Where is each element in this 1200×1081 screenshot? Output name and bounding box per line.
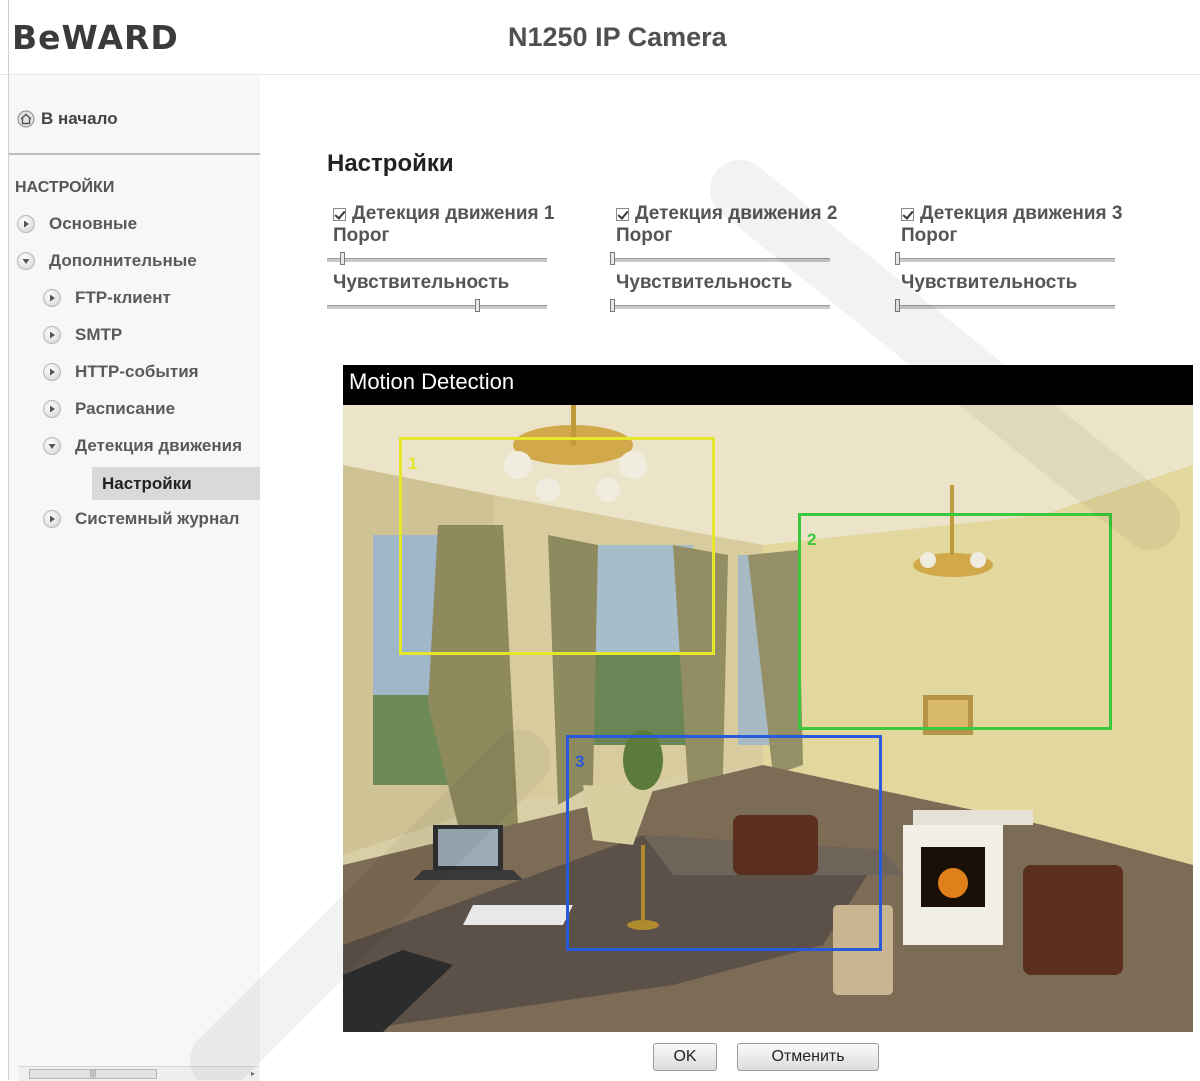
sidebar-item-ftp[interactable]: FTP-клиент xyxy=(43,288,171,308)
checkbox-icon[interactable] xyxy=(333,207,346,221)
slider-track xyxy=(610,258,830,262)
cancel-button[interactable]: Отменить xyxy=(737,1043,879,1071)
sidebar-item-label: Расписание xyxy=(75,399,176,418)
arrow-right-icon xyxy=(43,289,61,307)
header: BeWARD N1250 IP Camera xyxy=(0,0,1200,75)
sidebar-item-basic[interactable]: Основные xyxy=(17,214,137,234)
sensitivity-slider-2[interactable] xyxy=(610,297,830,315)
detector-1-label: Детекция движения 1 xyxy=(352,203,555,224)
slider-track xyxy=(895,258,1115,262)
detector-3-label: Детекция движения 3 xyxy=(920,203,1123,224)
sidebar-divider xyxy=(9,153,260,155)
sidebar-horizontal-scrollbar[interactable]: ||| ▸ xyxy=(19,1066,259,1081)
sidebar-item-motion-detection[interactable]: Детекция движения xyxy=(43,436,260,456)
checkbox-icon[interactable] xyxy=(901,207,914,221)
ok-button[interactable]: OK xyxy=(653,1043,717,1071)
scrollbar-thumb[interactable]: ||| xyxy=(29,1069,157,1079)
page-title: Настройки xyxy=(327,150,454,177)
sidebar-item-label: FTP-клиент xyxy=(75,288,171,307)
slider-thumb[interactable] xyxy=(475,299,481,312)
threshold-slider-2[interactable] xyxy=(610,250,830,268)
slider-track xyxy=(895,305,1115,309)
video-title: Motion Detection xyxy=(349,369,515,394)
sidebar-item-label: Системный журнал xyxy=(75,509,240,528)
motion-zone-1[interactable]: 1 xyxy=(399,437,715,655)
threshold-label: Порог xyxy=(616,225,673,246)
sensitivity-label: Чувствительность xyxy=(616,272,793,293)
sensitivity-label: Чувствительность xyxy=(901,272,1078,293)
slider-thumb[interactable] xyxy=(895,252,900,265)
arrow-down-icon xyxy=(17,252,35,270)
arrow-right-icon xyxy=(43,326,61,344)
sidebar-item-http-events[interactable]: HTTP-события xyxy=(43,362,199,382)
sidebar: В начало НАСТРОЙКИ Основные Дополнительн… xyxy=(9,75,260,1081)
motion-zone-3[interactable]: 3 xyxy=(566,735,882,951)
sidebar-item-advanced[interactable]: Дополнительные xyxy=(17,251,197,271)
slider-thumb[interactable] xyxy=(895,299,900,312)
arrow-right-icon xyxy=(43,510,61,528)
checkbox-icon[interactable] xyxy=(616,207,629,221)
sidebar-item-smtp[interactable]: SMTP xyxy=(43,325,122,345)
zone-number: 3 xyxy=(575,752,585,771)
detector-3-toggle[interactable]: Детекция движения 3 xyxy=(895,203,1155,225)
motion-zone-2[interactable]: 2 xyxy=(798,513,1112,730)
sidebar-item-schedule[interactable]: Расписание xyxy=(43,399,175,419)
sensitivity-slider-1[interactable] xyxy=(327,297,547,315)
threshold-slider-3[interactable] xyxy=(895,250,1115,268)
arrow-right-icon xyxy=(43,363,61,381)
sensitivity-label: Чувствительность xyxy=(333,272,510,293)
motion-detection-video: Motion Detection 1 2 3 xyxy=(343,365,1193,1032)
home-label: В начало xyxy=(41,109,118,128)
home-link[interactable]: В начало xyxy=(17,109,118,129)
zone-number: 1 xyxy=(408,454,418,473)
logo: BeWARD xyxy=(12,18,179,57)
sidebar-item-label: Детекция движения xyxy=(75,436,242,455)
sidebar-item-label: HTTP-события xyxy=(75,362,199,381)
detector-1-toggle[interactable]: Детекция движения 1 xyxy=(327,203,587,225)
slider-track xyxy=(327,305,547,309)
threshold-label: Порог xyxy=(901,225,958,246)
slider-track xyxy=(327,258,547,262)
arrow-right-icon xyxy=(43,400,61,418)
threshold-label: Порог xyxy=(333,225,390,246)
home-icon xyxy=(17,110,35,128)
slider-thumb[interactable] xyxy=(610,299,615,312)
sidebar-item-label: SMTP xyxy=(75,325,123,344)
motion-detector-2: Детекция движения 2 Порог Чувствительнос… xyxy=(610,203,870,319)
arrow-down-icon xyxy=(43,437,61,455)
motion-detector-3: Детекция движения 3 Порог Чувствительнос… xyxy=(895,203,1155,319)
sidebar-item-settings[interactable]: Настройки xyxy=(92,467,260,500)
sidebar-item-label: Дополнительные xyxy=(49,251,197,270)
slider-thumb[interactable] xyxy=(339,252,345,265)
sidebar-section-title: НАСТРОЙКИ xyxy=(15,179,115,196)
sensitivity-slider-3[interactable] xyxy=(895,297,1115,315)
zone-number: 2 xyxy=(807,530,817,549)
detector-2-toggle[interactable]: Детекция движения 2 xyxy=(610,203,870,225)
motion-detector-1: Детекция движения 1 Порог Чувствительнос… xyxy=(327,203,587,319)
scroll-right-icon[interactable]: ▸ xyxy=(251,1069,255,1078)
sidebar-item-label: Основные xyxy=(49,214,138,233)
threshold-slider-1[interactable] xyxy=(327,250,547,268)
slider-track xyxy=(610,305,830,309)
arrow-right-icon xyxy=(17,215,35,233)
page-header-title: N1250 IP Camera xyxy=(508,22,727,52)
slider-thumb[interactable] xyxy=(610,252,615,265)
sidebar-item-system-log[interactable]: Системный журнал xyxy=(43,509,239,529)
detector-2-label: Детекция движения 2 xyxy=(635,203,838,224)
